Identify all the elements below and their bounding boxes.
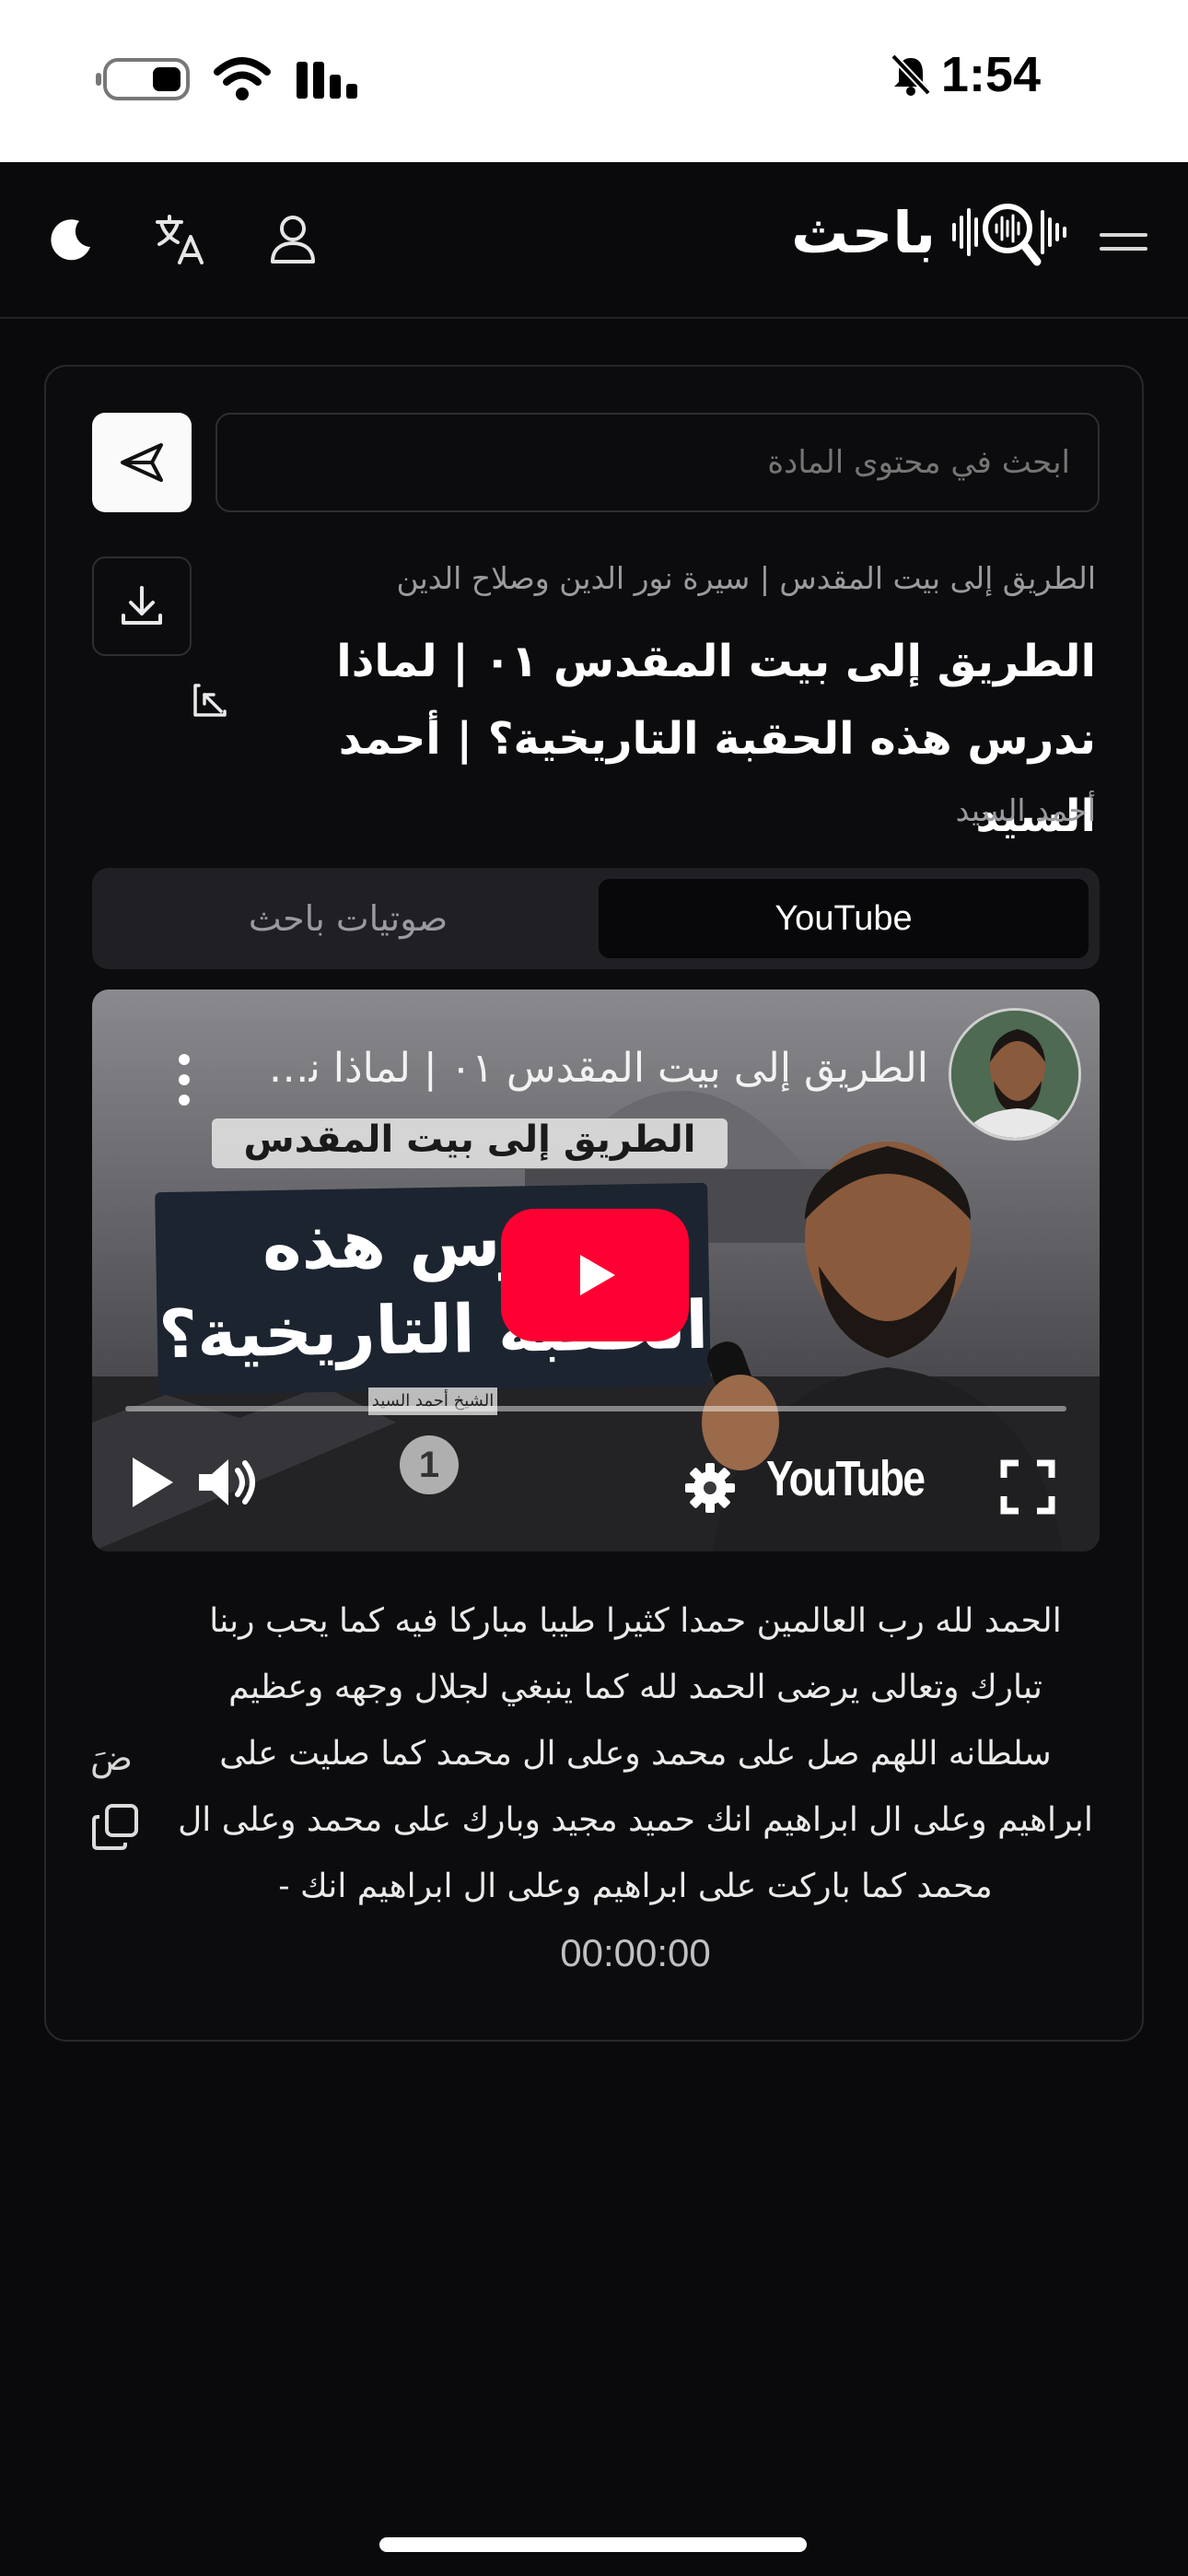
- external-link-icon[interactable]: [192, 682, 228, 719]
- settings-icon[interactable]: [683, 1461, 737, 1515]
- battery-icon: [96, 58, 190, 100]
- tab-audio[interactable]: صوتيات باحث: [103, 879, 593, 958]
- moon-icon: [51, 219, 90, 261]
- thumbnail-banner: الطريق إلى بيت المقدس: [212, 1118, 728, 1168]
- translate-icon: [156, 215, 204, 264]
- avatar-image: [951, 1011, 1078, 1138]
- fullscreen-icon[interactable]: [1000, 1459, 1055, 1515]
- account-button[interactable]: [260, 206, 326, 273]
- volume-icon[interactable]: [195, 1454, 260, 1511]
- transcript-timestamp[interactable]: 00:00:00: [175, 1920, 1096, 1986]
- send-icon: [121, 443, 163, 482]
- author-label[interactable]: أحمد السيد: [956, 792, 1096, 828]
- status-indicators: [96, 57, 361, 101]
- chapter-badge: 1: [400, 1435, 459, 1494]
- copy-icon[interactable]: [90, 1800, 142, 1852]
- home-indicator[interactable]: [379, 2537, 807, 2552]
- brand-logo-icon: [952, 204, 1066, 266]
- content-card: الطريق إلى بيت المقدس | سيرة نور الدين و…: [44, 365, 1144, 2042]
- more-options-icon[interactable]: [175, 1054, 193, 1106]
- menu-icon-bar: [1100, 246, 1147, 251]
- transcript-side-label[interactable]: ضَ: [90, 1738, 133, 1778]
- transcript-block[interactable]: الحمد لله رب العالمين حمدا كثيرا طيبا مب…: [175, 1588, 1096, 1986]
- search-input[interactable]: [215, 413, 1100, 512]
- status-time: 1:54: [940, 47, 1041, 102]
- user-icon: [271, 216, 315, 263]
- wifi-icon: [214, 57, 271, 100]
- signal-icon: [297, 62, 357, 99]
- play-small-icon[interactable]: [127, 1454, 177, 1511]
- source-tabs: YouTube صوتيات باحث: [92, 868, 1100, 969]
- tab-youtube[interactable]: YouTube: [599, 879, 1089, 958]
- download-icon: [122, 586, 162, 625]
- brand[interactable]: باحث: [791, 197, 1068, 267]
- video-player[interactable]: الطريق إلى بيت المقدس ندرس هذه الحقبة ال…: [92, 989, 1100, 1551]
- series-label[interactable]: الطريق إلى بيت المقدس | سيرة نور الدين و…: [267, 560, 1096, 596]
- transcript-text: الحمد لله رب العالمين حمدا كثيرا طيبا مب…: [178, 1602, 1093, 1905]
- download-button[interactable]: [92, 556, 192, 656]
- theme-toggle-button[interactable]: [39, 206, 105, 273]
- app-header: باحث: [0, 162, 1188, 319]
- play-icon: [580, 1255, 615, 1295]
- video-title[interactable]: الطريق إلى بيت المقدس ٠١ | لماذا ندر...: [265, 1045, 928, 1092]
- menu-button[interactable]: [1100, 217, 1147, 265]
- status-right: 1:54: [890, 46, 1041, 103]
- youtube-logo[interactable]: YouTube: [766, 1450, 926, 1507]
- status-bar: 1:54: [0, 0, 1188, 162]
- play-button[interactable]: [501, 1209, 689, 1341]
- language-button[interactable]: [147, 206, 214, 273]
- bell-muted-icon: [891, 53, 931, 96]
- send-button[interactable]: [92, 413, 192, 512]
- channel-avatar[interactable]: [949, 1008, 1081, 1141]
- menu-icon-bar: [1100, 232, 1147, 237]
- video-progress-bar[interactable]: [125, 1406, 1066, 1411]
- brand-name: باحث: [791, 198, 936, 266]
